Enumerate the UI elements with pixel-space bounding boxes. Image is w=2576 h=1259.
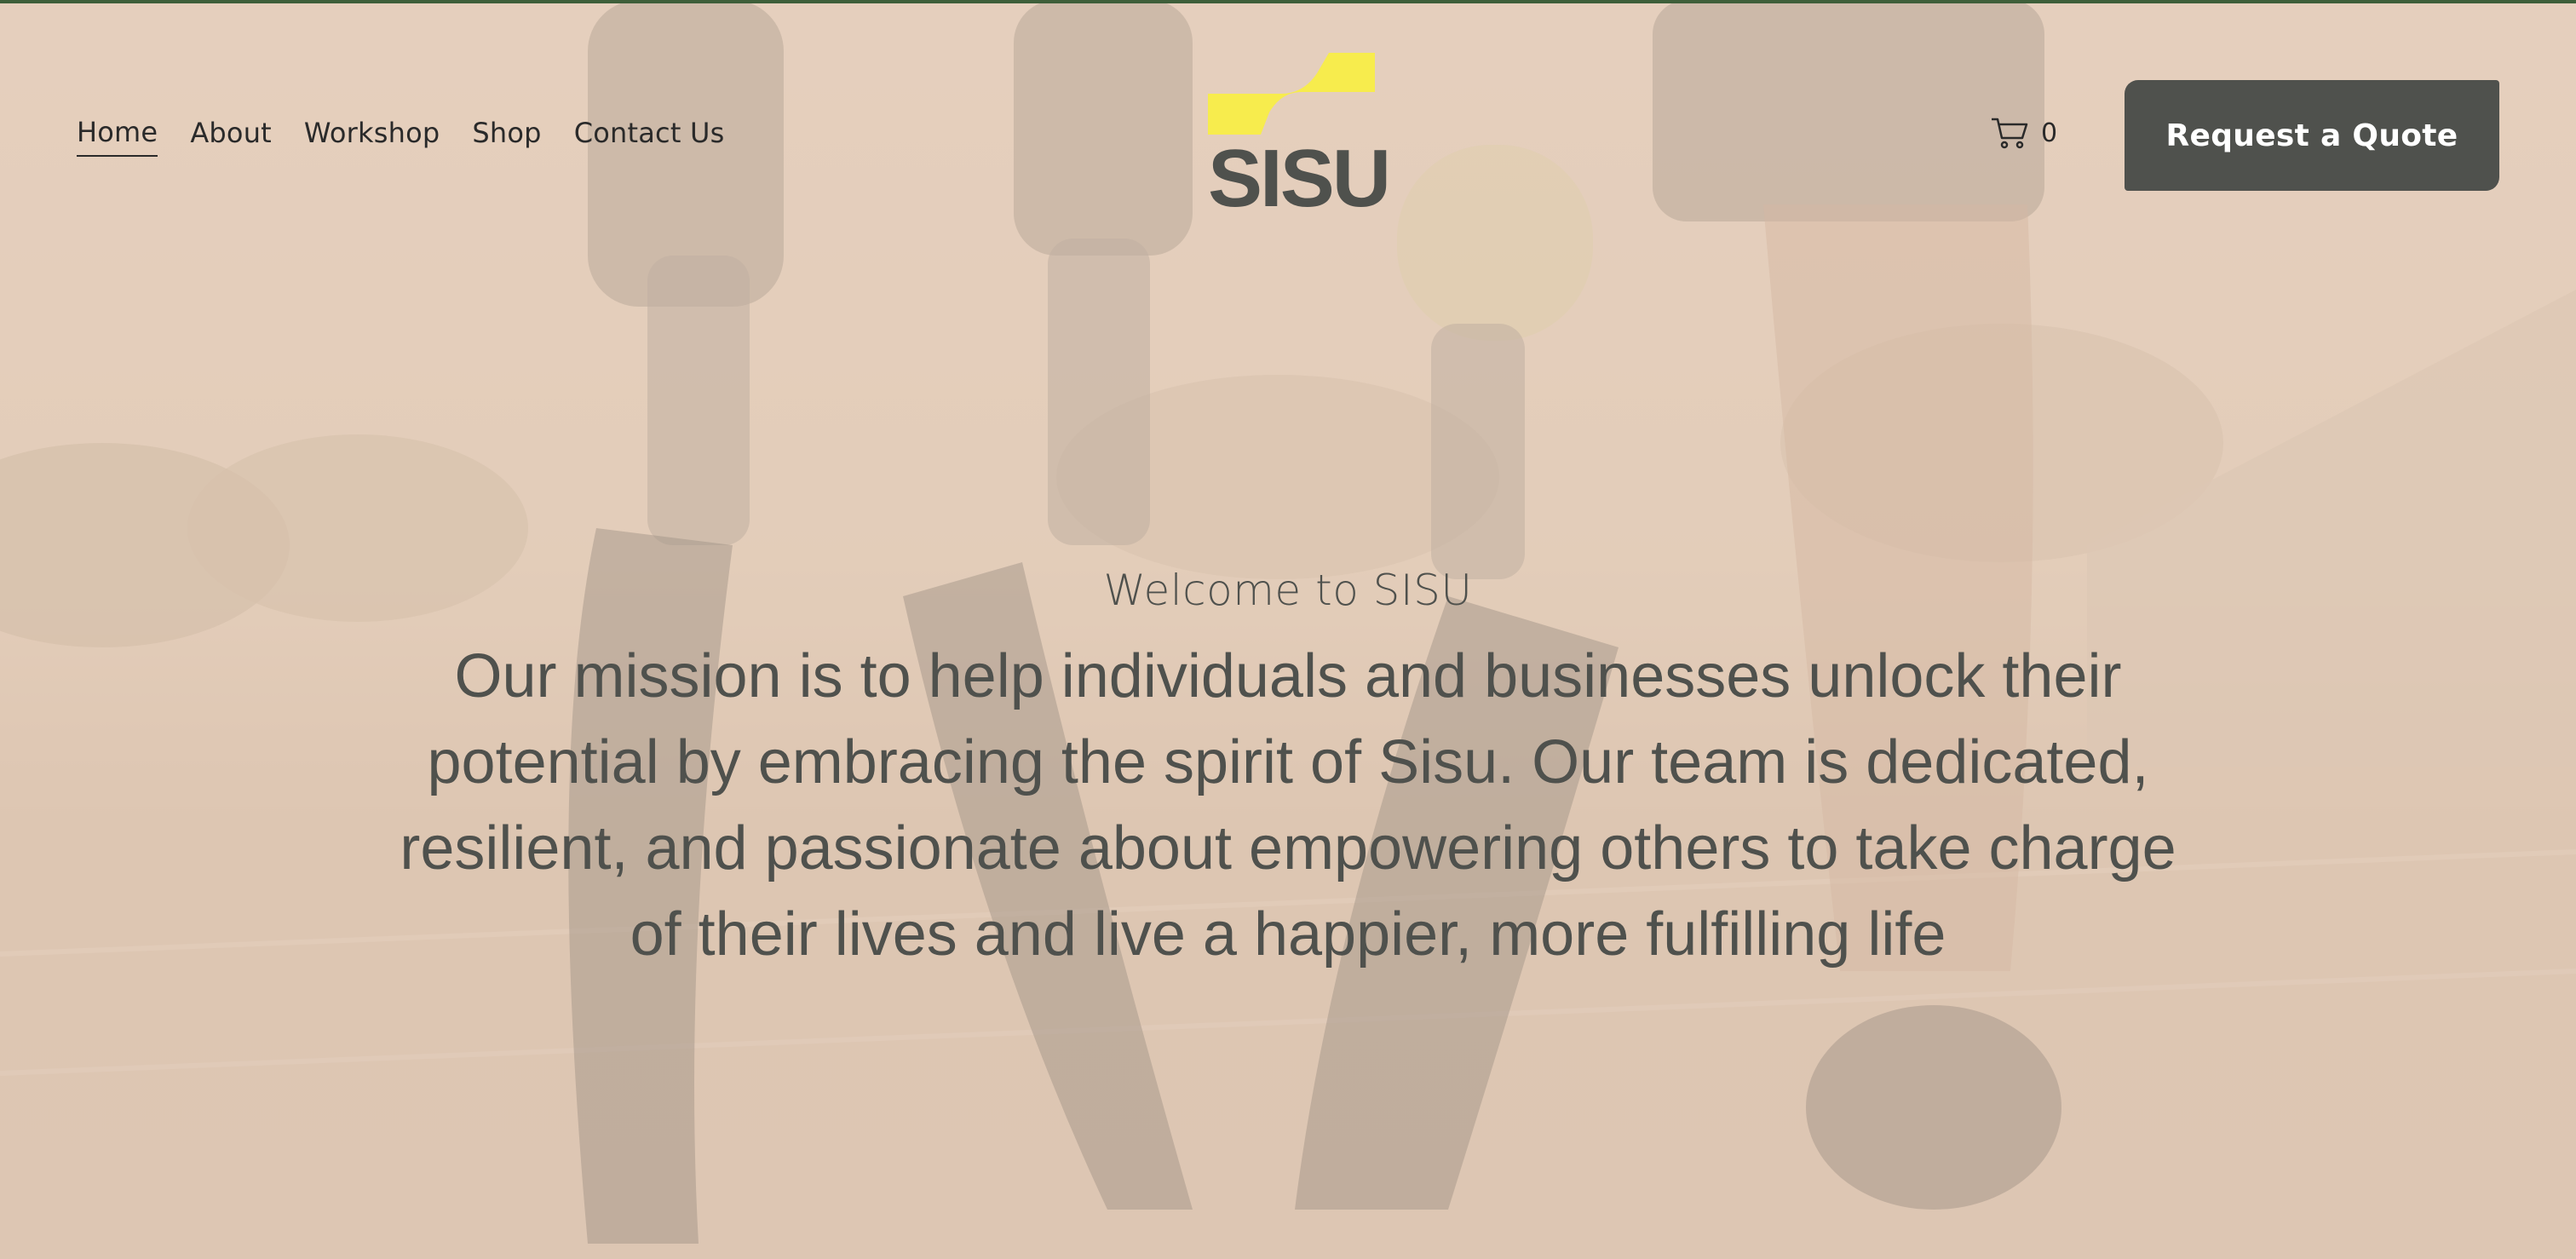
nav-contact-us[interactable]: Contact Us	[574, 117, 725, 156]
cart-count: 0	[2041, 118, 2058, 148]
nav-workshop[interactable]: Workshop	[304, 117, 440, 156]
nav-home[interactable]: Home	[77, 116, 158, 157]
site-header: Home About Workshop Shop Contact Us SISU…	[0, 0, 2576, 221]
page: Home About Workshop Shop Contact Us SISU…	[0, 0, 2576, 1259]
logo-wordmark: SISU	[1208, 133, 1391, 224]
cart-button[interactable]: 0	[1990, 116, 2057, 150]
nav-shop[interactable]: Shop	[472, 117, 541, 156]
site-logo[interactable]: SISU	[1208, 53, 1391, 224]
nav-about[interactable]: About	[190, 117, 272, 156]
sisu-swoosh-logo-icon	[1208, 53, 1375, 135]
main-nav: Home About Workshop Shop Contact Us	[77, 116, 724, 157]
request-quote-button[interactable]: Request a Quote	[2125, 80, 2499, 191]
hero-welcome: Welcome to SISU	[1103, 566, 1473, 615]
shopping-cart-icon	[1992, 118, 2028, 149]
hero-mission-statement: Our mission is to help individuals and b…	[400, 642, 2176, 969]
hero-content: Welcome to SISU Our mission is to help i…	[351, 566, 2225, 978]
